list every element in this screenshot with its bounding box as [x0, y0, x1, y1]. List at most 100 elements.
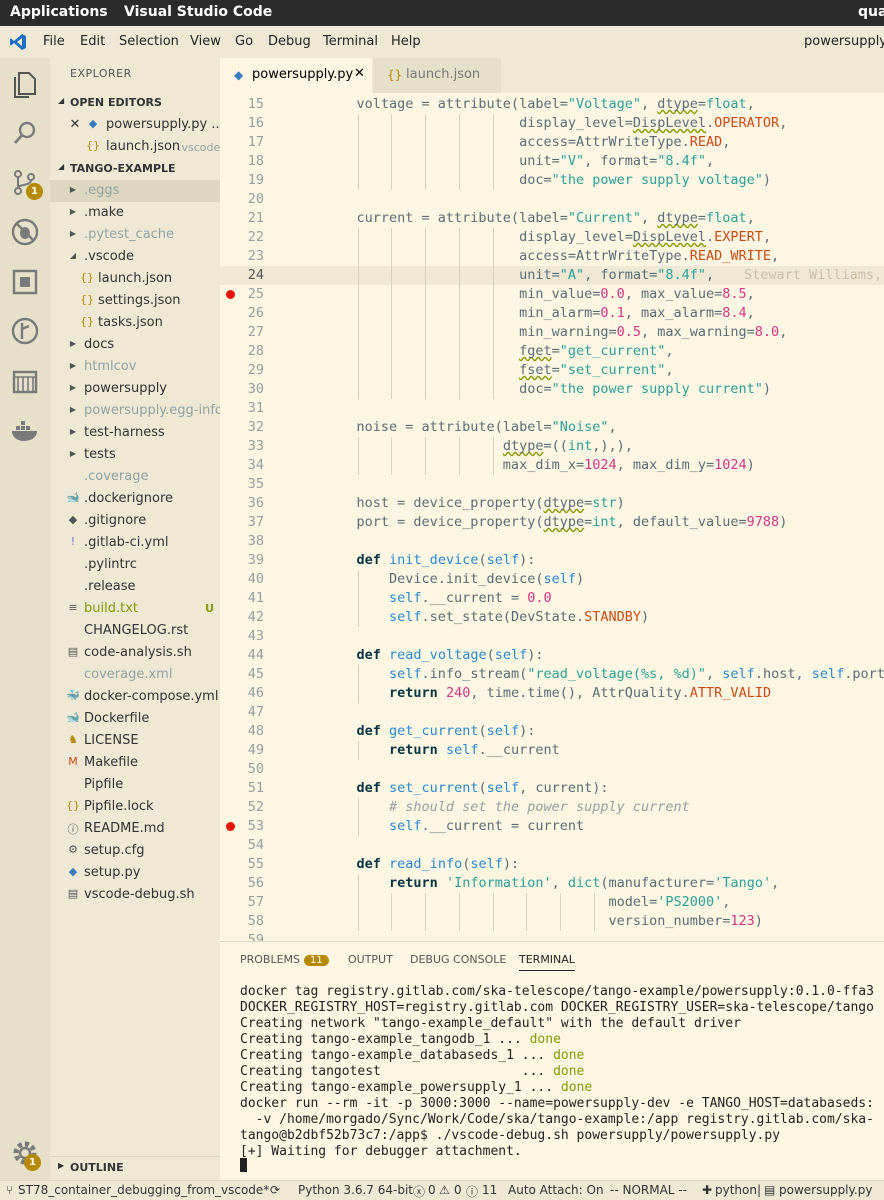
explorer-icon[interactable] [8, 66, 42, 100]
code-line[interactable]: 50 [220, 760, 884, 779]
tree-item[interactable]: ▤ vscode-debug.sh [50, 884, 220, 906]
code-line[interactable]: 20 [220, 190, 884, 209]
tree-item[interactable]: ◢ .vscode [50, 246, 220, 268]
code-line[interactable]: 28 fget="get_current", [220, 342, 884, 361]
code-editor[interactable]: 15 voltage = attribute(label="Voltage", … [220, 93, 884, 941]
code-line[interactable]: 42 self.set_state(DevState.STANDBY) [220, 608, 884, 627]
code-line[interactable]: 48 def get_current(self): [220, 722, 884, 741]
tree-item[interactable]: ▶ tests [50, 444, 220, 466]
tree-item[interactable]: 🐳 docker-compose.yml [50, 686, 220, 708]
docker-icon[interactable] [8, 414, 42, 448]
auto-attach[interactable]: Auto Attach: On [508, 1183, 604, 1197]
tree-item[interactable]: ◆ .gitignore [50, 510, 220, 532]
code-line[interactable]: 16 display_level=DispLevel.OPERATOR, [220, 114, 884, 133]
code-line[interactable]: 25 min_value=0.0, max_value=8.5, [220, 285, 884, 304]
git-branch[interactable]: ST78_container_debugging_from_vscode* [18, 1183, 269, 1197]
tree-item[interactable]: .pylintrc [50, 554, 220, 576]
code-line[interactable]: 51 def set_current(self, current): [220, 779, 884, 798]
tree-item[interactable]: ⓘ README.md [50, 818, 220, 840]
tree-item[interactable]: ▶ powersupply [50, 378, 220, 400]
panel-tab-problems[interactable]: PROBLEMS 11 [240, 953, 329, 966]
info-count[interactable]: 11 [482, 1183, 497, 1197]
tree-item[interactable]: ! .gitlab-ci.yml [50, 532, 220, 554]
tree-item[interactable]: ▶ .make [50, 202, 220, 224]
menu-help[interactable]: Help [391, 34, 421, 49]
tree-item[interactable]: ▶ .pytest_cache [50, 224, 220, 246]
open-editors-header[interactable]: ◢ OPEN EDITORS [50, 92, 220, 114]
code-line[interactable]: 27 min_warning=0.5, max_warning=8.0, [220, 323, 884, 342]
menu-selection[interactable]: Selection [119, 34, 179, 49]
code-line[interactable]: 44 def read_voltage(self): [220, 646, 884, 665]
tab-close-icon[interactable]: ✕ [354, 66, 365, 81]
search-icon[interactable] [8, 116, 42, 150]
tree-item[interactable]: ◆ setup.py [50, 862, 220, 884]
tree-item[interactable]: ▤ code-analysis.sh [50, 642, 220, 664]
code-line[interactable]: 30 doc="the power supply current") [220, 380, 884, 399]
code-line[interactable]: 17 access=AttrWriteType.READ, [220, 133, 884, 152]
code-line[interactable]: 19 doc="the power supply voltage") [220, 171, 884, 190]
code-line[interactable]: 57 model='PS2000', [220, 893, 884, 912]
applications-menu[interactable]: Applications [10, 4, 108, 20]
tab-powersupply-py[interactable]: ◆ powersupply.py ✕ [220, 58, 372, 93]
code-line[interactable]: 56 return 'Information', dict(manufactur… [220, 874, 884, 893]
outline-header[interactable]: ▶ OUTLINE [50, 1156, 220, 1178]
code-line[interactable]: 18 unit="V", format="8.4f", [220, 152, 884, 171]
code-line[interactable]: 58 version_number=123) [220, 912, 884, 931]
menu-edit[interactable]: Edit [80, 34, 105, 49]
tree-item[interactable]: .coverage [50, 466, 220, 488]
code-line[interactable]: 33 dtype=((int,),), [220, 437, 884, 456]
code-line[interactable]: 29 fset="set_current", [220, 361, 884, 380]
tree-item[interactable]: .release [50, 576, 220, 598]
tree-item[interactable]: CHANGELOG.rst [50, 620, 220, 642]
code-line[interactable]: 26 min_alarm=0.1, max_alarm=8.4, [220, 304, 884, 323]
tree-item[interactable]: ▶ .eggs [50, 180, 220, 202]
code-line[interactable]: 24 unit="A", format="8.4f", Stewart Willi… [220, 266, 884, 285]
sync-icon[interactable]: ⟳ [270, 1183, 280, 1197]
source-control-icon[interactable]: 1 [8, 165, 43, 200]
panel-tab-terminal[interactable]: TERMINAL [519, 953, 575, 971]
open-editor-launch[interactable]: {} launch.json .vscode [50, 136, 220, 158]
code-line[interactable]: 54 [220, 836, 884, 855]
code-line[interactable]: 23 access=AttrWriteType.READ_WRITE, [220, 247, 884, 266]
code-line[interactable]: 47 [220, 703, 884, 722]
project-header[interactable]: ◢ TANGO-EXAMPLE [50, 158, 220, 180]
tree-item[interactable]: ▶ htmlcov [50, 356, 220, 378]
code-line[interactable]: 41 self.__current = 0.0 [220, 589, 884, 608]
gitlens-icon[interactable] [8, 314, 42, 348]
code-line[interactable]: 49 return self.__current [220, 741, 884, 760]
menu-view[interactable]: View [190, 34, 221, 49]
active-app-name[interactable]: Visual Studio Code [124, 4, 272, 20]
code-line[interactable]: 36 host = device_property(dtype=str) [220, 494, 884, 513]
code-line[interactable]: 34 max_dim_x=1024, max_dim_y=1024) [220, 456, 884, 475]
code-line[interactable]: 40 Device.init_device(self) [220, 570, 884, 589]
code-line[interactable]: 53 self.__current = current [220, 817, 884, 836]
code-line[interactable]: 35 [220, 475, 884, 494]
tree-item[interactable]: M Makefile [50, 752, 220, 774]
tree-item[interactable]: {} Pipfile.lock [50, 796, 220, 818]
warning-count[interactable]: 0 [454, 1183, 462, 1197]
code-line[interactable]: 45 self.info_stream("read_voltage(%s, %d… [220, 665, 884, 684]
tree-item[interactable]: ≡ build.txt U [50, 598, 220, 620]
code-line[interactable]: 21 current = attribute(label="Current", … [220, 209, 884, 228]
code-line[interactable]: 55 def read_info(self): [220, 855, 884, 874]
tree-item[interactable]: ▶ docs [50, 334, 220, 356]
python-interpreter[interactable]: Python 3.6.7 64-bit [298, 1183, 413, 1197]
tree-item[interactable]: 🐋 Dockerfile [50, 708, 220, 730]
close-icon[interactable]: ✕ [68, 117, 82, 132]
code-line[interactable]: 32 noise = attribute(label="Noise", [220, 418, 884, 437]
menu-debug[interactable]: Debug [268, 34, 311, 49]
tree-item[interactable]: ♞ LICENSE [50, 730, 220, 752]
code-line[interactable]: 15 voltage = attribute(label="Voltage", … [220, 95, 884, 114]
code-line[interactable]: 22 display_level=DispLevel.EXPERT, [220, 228, 884, 247]
debug-icon[interactable] [8, 215, 42, 249]
tab-launch-json[interactable]: {} launch.json [373, 58, 501, 93]
code-line[interactable]: 31 [220, 399, 884, 418]
menu-terminal[interactable]: Terminal [323, 34, 378, 49]
code-line[interactable]: 46 return 240, time.time(), AttrQuality.… [220, 684, 884, 703]
tree-item[interactable]: Pipfile [50, 774, 220, 796]
tree-item[interactable]: ▶ powersupply.egg-info [50, 400, 220, 422]
tree-item[interactable]: ▶ test-harness [50, 422, 220, 444]
calendar-icon[interactable] [8, 364, 42, 398]
open-editor-powersupply[interactable]: ✕ ◆ powersupply.py ... [50, 114, 220, 136]
language-mode[interactable]: python [715, 1183, 757, 1197]
